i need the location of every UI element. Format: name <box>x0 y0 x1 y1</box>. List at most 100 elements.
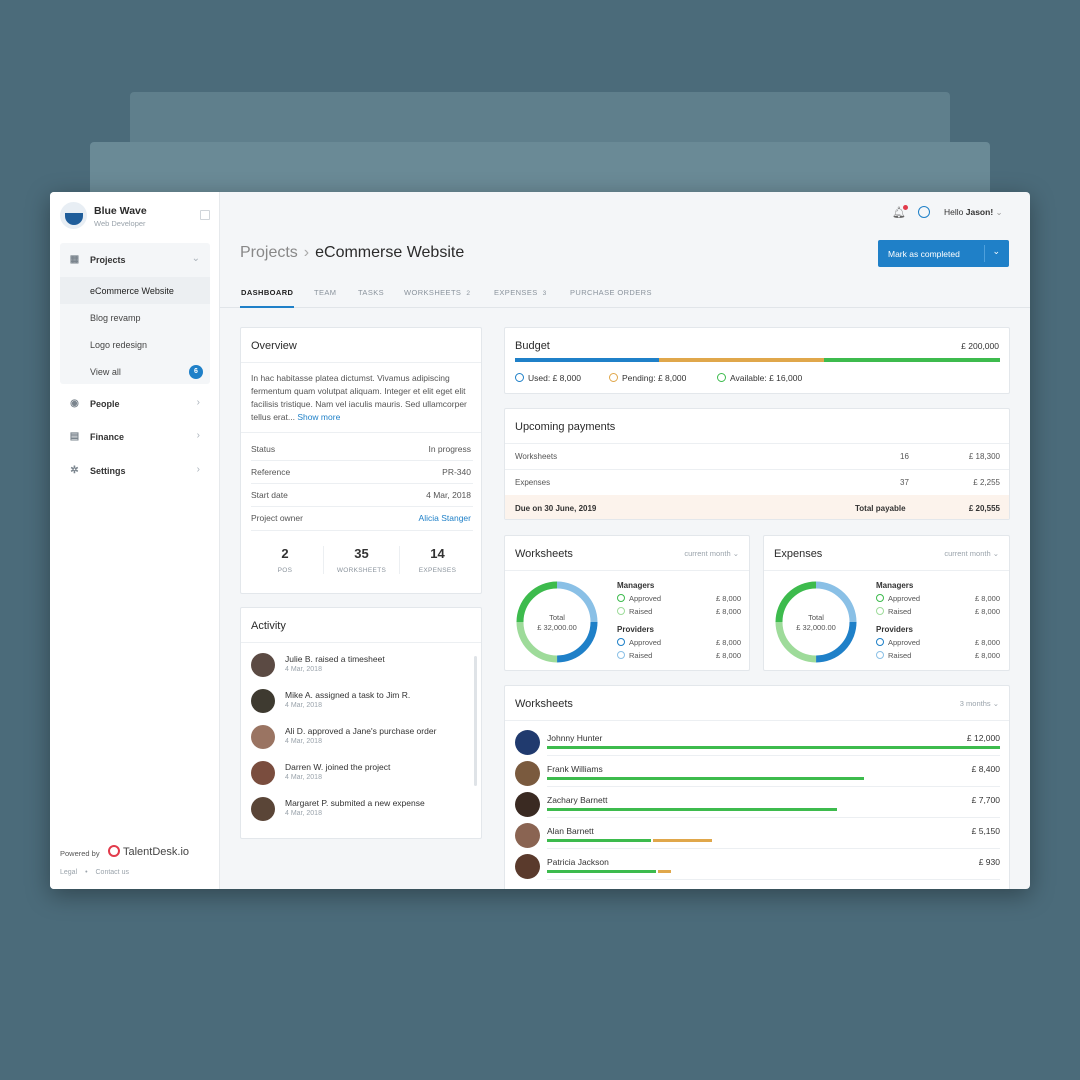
tab-purchase-orders[interactable]: PURCHASE ORDERS <box>570 288 652 297</box>
legend-value: £ 8,000 <box>715 651 741 660</box>
sidebar-subitem-ecommerce[interactable]: eCommerce Website <box>60 277 210 304</box>
brand-name: Blue Wave <box>94 205 147 217</box>
divider <box>547 786 1000 787</box>
activity-item[interactable]: Darren W. joined the project 4 Mar, 2018 <box>251 758 469 794</box>
worksheet-row[interactable]: Frank Williams £ 8,400 <box>515 759 1000 790</box>
activity-text: Darren W. joined the project <box>285 762 391 772</box>
approved-bar <box>547 808 837 811</box>
scrollbar[interactable] <box>474 656 477 786</box>
legend-line: Raised £ 8,000 <box>617 607 741 616</box>
projects-group: ▦ Projects ⌄ eCommerce Website Blog reva… <box>60 243 210 384</box>
field-value: PR-340 <box>442 467 471 477</box>
legend-label: Approved <box>629 638 662 647</box>
avatar <box>515 792 540 817</box>
period-label: current month <box>684 549 731 558</box>
divider <box>505 570 749 571</box>
sidebar-subitem-logo[interactable]: Logo redesign <box>60 331 210 358</box>
due-label: Due on 30 June, 2019 <box>515 504 597 513</box>
legal-link[interactable]: Legal <box>60 869 77 876</box>
legend-label: Approved <box>888 594 921 603</box>
user-menu[interactable]: Hello Jason! ⌄ <box>944 207 1003 218</box>
legend-value: £ 8,000 <box>974 607 1000 616</box>
sidebar: Blue Wave Web Developer ▦ Projects ⌄ eCo… <box>50 192 220 889</box>
stat-worksheets[interactable]: 35 WORKSHEETS <box>323 546 399 574</box>
activity-item[interactable]: Julie B. raised a timesheet 4 Mar, 2018 <box>251 650 469 686</box>
worksheets-list-card: Worksheets 3 months ⌄ Johnny Hunter £ 12,… <box>504 685 1010 889</box>
row-label: Expenses <box>515 478 551 487</box>
row-amount: £ 18,300 <box>968 452 1000 461</box>
period-select[interactable]: current month ⌄ <box>944 549 999 558</box>
avatar <box>515 823 540 848</box>
avatar <box>251 689 275 713</box>
timer-icon[interactable] <box>918 206 930 218</box>
legend-label: Raised <box>888 607 912 616</box>
contact-link[interactable]: Contact us <box>96 869 129 876</box>
worksheet-row[interactable]: Patricia Jackson £ 930 <box>515 852 1000 883</box>
budget-bar-used <box>515 358 659 362</box>
chevron-down-icon: ⌄ <box>191 253 200 264</box>
legend-label: Raised <box>888 651 912 660</box>
user-name: Jason! <box>965 207 994 217</box>
sidebar-subitem-blog[interactable]: Blog revamp <box>60 304 210 331</box>
brand[interactable]: Blue Wave Web Developer <box>60 202 210 232</box>
expenses-summary-card: Expenses current month ⌄ Total £ 32,000.0… <box>763 535 1010 671</box>
switch-account-icon[interactable] <box>200 210 210 220</box>
sidebar-item-label: Finance <box>90 432 125 442</box>
approved-bar <box>547 870 656 873</box>
field-reference: Reference PR-340 <box>251 467 471 481</box>
sidebar-item-people[interactable]: ◉ People › <box>60 387 210 419</box>
project-owner-link[interactable]: Alicia Stanger <box>419 513 471 523</box>
legend-value: £ 8,000 <box>715 607 741 616</box>
powered-by-label: Powered by <box>60 849 100 858</box>
tab-worksheets[interactable]: WORKSHEETS 2 <box>404 288 470 297</box>
total-value: £ 32,000.00 <box>537 623 577 632</box>
field-status: Status In progress <box>251 444 471 458</box>
mark-completed-button[interactable]: Mark as completed ⌄ <box>878 240 1009 267</box>
divider <box>251 530 473 531</box>
activity-item[interactable]: Ali D. approved a Jane's purchase order 4… <box>251 722 469 758</box>
sidebar-item-finance[interactable]: ▤ Finance › <box>60 420 210 452</box>
tab-tasks[interactable]: TASKS <box>358 288 384 297</box>
sidebar-item-settings[interactable]: ✲ Settings › <box>60 454 210 486</box>
talentdesk-logo[interactable]: TalentDesk.io <box>108 845 189 858</box>
breadcrumb-root[interactable]: Projects <box>240 244 298 261</box>
sidebar-subitem-view-all[interactable]: View all 6 <box>60 358 210 385</box>
total-amount: £ 20,555 <box>968 504 1000 513</box>
legend-value: £ 8,000 <box>974 594 1000 603</box>
stat-expenses[interactable]: 14 EXPENSES <box>399 546 475 574</box>
tab-dashboard[interactable]: DASHBOARD <box>241 288 293 297</box>
legend-line: Approved £ 8,000 <box>617 638 741 647</box>
worksheet-row[interactable]: Zachary Barnett £ 7,700 <box>515 790 1000 821</box>
tab-team[interactable]: TEAM <box>314 288 336 297</box>
notification-bell-icon[interactable]: 🔔︎ <box>892 205 908 219</box>
activity-date: 4 Mar, 2018 <box>285 774 322 781</box>
sidebar-subitem-label: View all <box>90 367 121 377</box>
payment-row-worksheets[interactable]: Worksheets 16 £ 18,300 <box>505 443 1009 469</box>
donut-center: Total £ 32,000.00 <box>515 613 599 633</box>
sidebar-item-projects[interactable]: ▦ Projects ⌄ <box>60 243 210 275</box>
activity-text: Margaret P. submited a new expense <box>285 798 425 808</box>
sidebar-subitem-label: Logo redesign <box>90 340 148 350</box>
powered-by: Powered by TalentDesk.io <box>60 845 189 858</box>
payment-row-expenses[interactable]: Expenses 37 £ 2,255 <box>505 469 1009 495</box>
show-more-link[interactable]: Show more <box>297 412 340 422</box>
raised-ring-icon <box>617 651 625 659</box>
activity-item[interactable]: Mike A. assigned a task to Jim R. 4 Mar, … <box>251 686 469 722</box>
row-amount: £ 2,255 <box>973 478 1000 487</box>
tab-expenses[interactable]: EXPENSES 3 <box>494 288 547 297</box>
period-select[interactable]: current month ⌄ <box>684 549 739 558</box>
overview-card: Overview In hac habitasse platea dictums… <box>240 327 482 594</box>
worksheet-row[interactable]: Johnny Hunter £ 12,000 <box>515 728 1000 759</box>
period-select[interactable]: 3 months ⌄ <box>960 699 999 708</box>
activity-item[interactable]: Margaret P. submited a new expense 4 Mar,… <box>251 794 469 830</box>
legend-pending: Pending: £ 8,000 <box>609 373 686 383</box>
stat-pos[interactable]: 2 POS <box>247 546 323 574</box>
chevron-down-icon[interactable]: ⌄ <box>992 246 1000 257</box>
card-title: Upcoming payments <box>515 421 616 433</box>
period-label: current month <box>944 549 991 558</box>
total-label: Total <box>808 613 824 622</box>
worksheet-row[interactable]: Alan Barnett £ 5,150 <box>515 821 1000 852</box>
field-label: Reference <box>251 467 291 477</box>
field-label: Status <box>251 444 276 454</box>
legend-value: £ 8,000 <box>974 651 1000 660</box>
